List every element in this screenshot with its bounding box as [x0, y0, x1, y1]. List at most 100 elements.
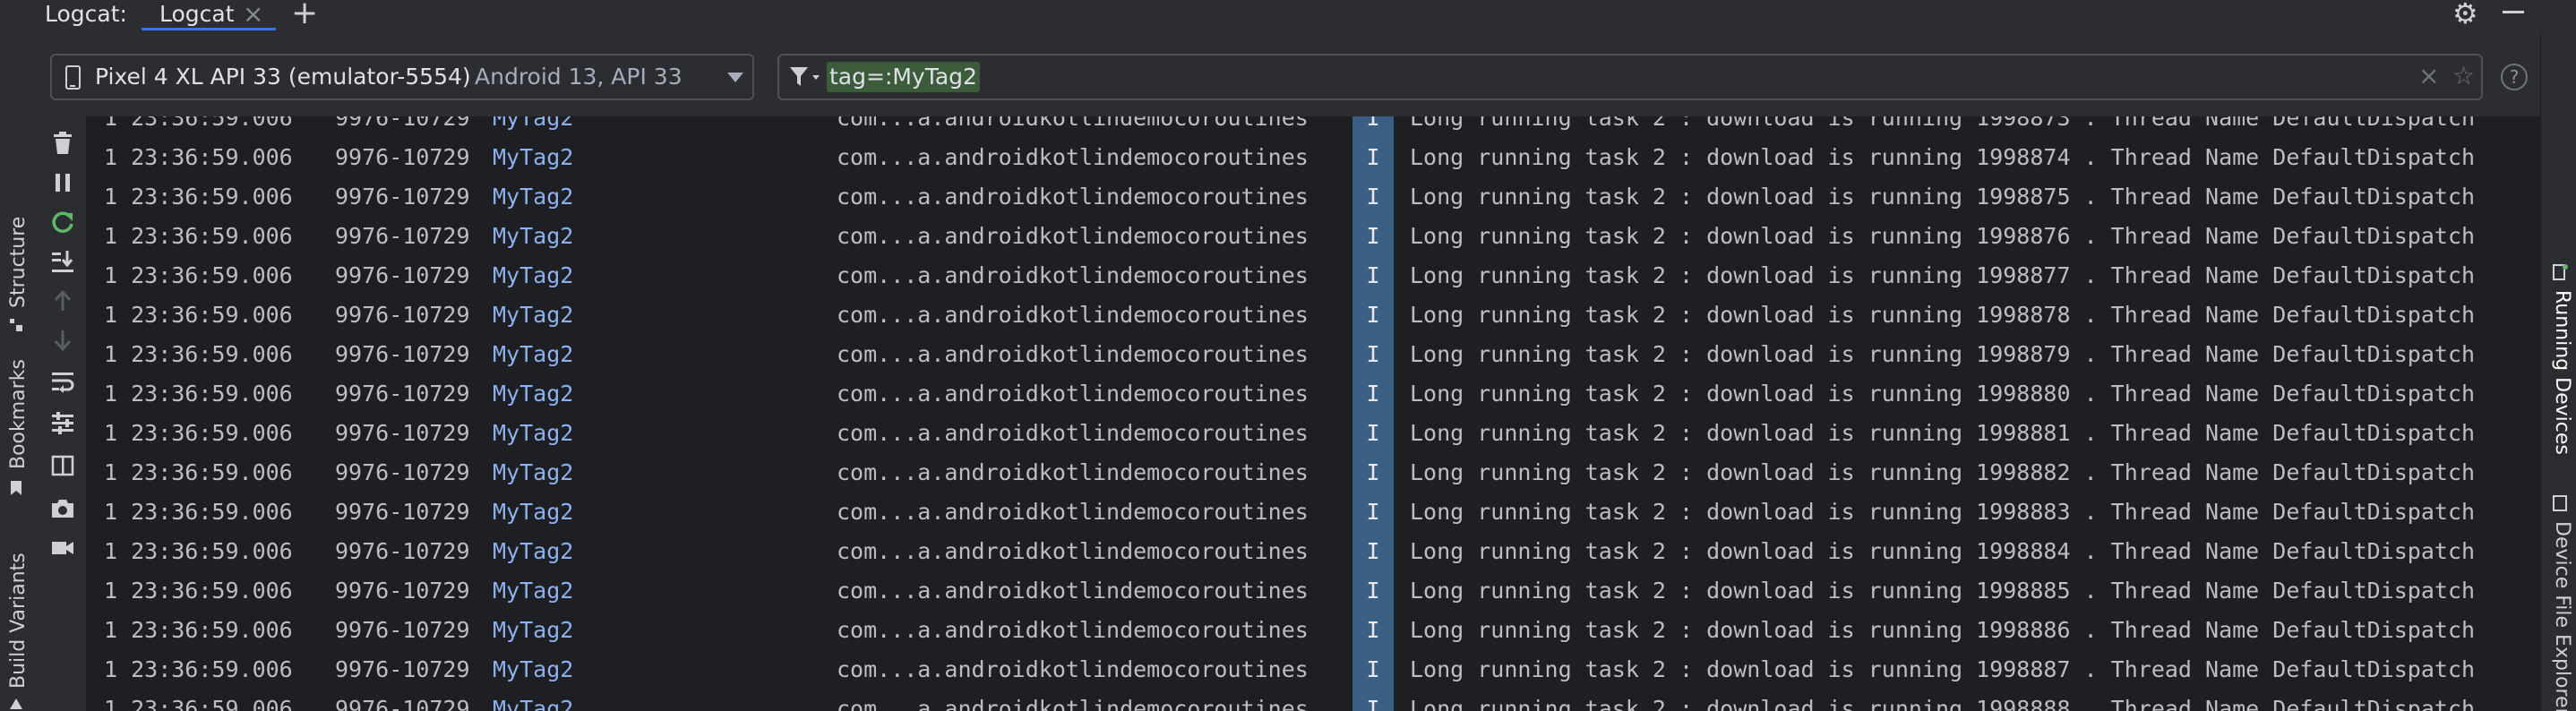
log-pid: 9976-10729	[335, 116, 470, 131]
log-pid: 9976-10729	[335, 223, 470, 249]
tool-window-header: Logcat: Logcat × + ⚙	[0, 0, 2576, 30]
log-row: 1 23:36:59.006 9976-10729 MyTag2 com...a.an…	[86, 414, 2540, 453]
arrow-up-icon	[54, 289, 72, 311]
log-message: Long running task 2 : download is runnin…	[1410, 262, 2476, 288]
log-row: 1 23:36:59.006 9976-10729 MyTag2 com...a.an…	[86, 296, 2540, 335]
log-package: com...a.androidkotlindemocoroutines	[837, 302, 1309, 328]
screen-record-button[interactable]	[45, 530, 81, 566]
running-devices-label: Running Devices	[2551, 290, 2573, 455]
log-row: 1 23:36:59.006 9976-10729 MyTag2 com...a.an…	[86, 138, 2540, 177]
screenshot-button[interactable]	[45, 491, 81, 527]
log-timestamp: 1 23:36:59.006	[104, 144, 293, 170]
clear-icon[interactable]: ×	[2418, 56, 2439, 97]
help-icon[interactable]: ?	[2501, 64, 2528, 90]
tab-logcat[interactable]: Logcat ×	[142, 0, 276, 30]
log-package: com...a.androidkotlindemocoroutines	[837, 262, 1309, 288]
log-pid: 9976-10729	[335, 499, 470, 525]
log-timestamp: 1 23:36:59.006	[104, 184, 293, 210]
device-name: Pixel 4 XL API 33 (emulator-5554)	[95, 64, 471, 90]
filter-query[interactable]: tag=:MyTag2	[827, 62, 980, 92]
log-message: Long running task 2 : download is runnin…	[1410, 184, 2476, 210]
log-level: I	[1352, 116, 1394, 138]
log-row: 1 23:36:59.006 9976-10729 MyTag2 com...a.an…	[86, 611, 2540, 650]
log-pid: 9976-10729	[335, 381, 470, 407]
clear-logcat-button[interactable]	[45, 125, 81, 161]
next-occurrence-button[interactable]	[45, 322, 81, 358]
log-package: com...a.androidkotlindemocoroutines	[837, 184, 1309, 210]
log-pid: 9976-10729	[335, 656, 470, 682]
log-level: I	[1352, 414, 1394, 453]
bookmark-icon	[11, 481, 21, 495]
log-message: Long running task 2 : download is runnin…	[1410, 116, 2476, 131]
log-timestamp: 1 23:36:59.006	[104, 499, 293, 525]
log-tag: MyTag2	[493, 459, 574, 485]
log-message: Long running task 2 : download is runnin…	[1410, 617, 2476, 643]
log-pid: 9976-10729	[335, 262, 470, 288]
log-package: com...a.androidkotlindemocoroutines	[837, 499, 1309, 525]
restart-icon	[52, 211, 73, 233]
log-row: 1 23:36:59.006 9976-10729 MyTag2 com...a.an…	[86, 374, 2540, 414]
build-variants-icon	[10, 698, 22, 709]
log-lines: 1 23:36:59.006 9976-10729 MyTag2 com...a.an…	[86, 116, 2540, 711]
log-level: I	[1352, 611, 1394, 650]
log-tag: MyTag2	[493, 184, 574, 210]
camera-icon	[52, 500, 73, 518]
previous-occurrence-button[interactable]	[45, 283, 81, 319]
log-row: 1 23:36:59.006 9976-10729 MyTag2 com...a.an…	[86, 650, 2540, 690]
filter-input[interactable]: tag=:MyTag2 × ☆	[777, 54, 2483, 100]
log-tag: MyTag2	[493, 144, 574, 170]
log-level: I	[1352, 571, 1394, 611]
filter-icon[interactable]	[788, 64, 824, 90]
log-timestamp: 1 23:36:59.006	[104, 341, 293, 367]
pause-button[interactable]	[45, 165, 81, 201]
log-pid: 9976-10729	[335, 420, 470, 446]
right-tool-stripe: Running Devices Device File Explorer	[2540, 30, 2576, 711]
close-icon[interactable]: ×	[243, 2, 263, 27]
log-level: I	[1352, 374, 1394, 414]
log-level: I	[1352, 177, 1394, 217]
log-timestamp: 1 23:36:59.006	[104, 223, 293, 249]
log-timestamp: 1 23:36:59.006	[104, 538, 293, 564]
log-tag: MyTag2	[493, 696, 574, 711]
log-row: 1 23:36:59.006 9976-10729 MyTag2 com...a.an…	[86, 493, 2540, 532]
log-package: com...a.androidkotlindemocoroutines	[837, 144, 1309, 170]
minimize-icon[interactable]	[2503, 11, 2524, 13]
scroll-to-end-button[interactable]	[45, 244, 81, 279]
build-variants-label: Build Variants	[7, 553, 30, 689]
log-level: I	[1352, 217, 1394, 256]
chevron-down-icon	[727, 73, 743, 82]
log-level: I	[1352, 532, 1394, 571]
gear-icon[interactable]: ⚙	[2452, 0, 2478, 28]
split-panels-button[interactable]	[45, 448, 81, 484]
favorite-icon[interactable]: ☆	[2452, 56, 2475, 97]
log-timestamp: 1 23:36:59.006	[104, 381, 293, 407]
log-package: com...a.androidkotlindemocoroutines	[837, 420, 1309, 446]
log-message: Long running task 2 : download is runnin…	[1410, 459, 2476, 485]
add-tab-button[interactable]: +	[291, 0, 318, 30]
log-tag: MyTag2	[493, 538, 574, 564]
log-row: 1 23:36:59.006 9976-10729 MyTag2 com...a.an…	[86, 690, 2540, 711]
restart-button[interactable]	[45, 204, 81, 240]
running-devices-icon	[2553, 264, 2568, 280]
log-message: Long running task 2 : download is runnin…	[1410, 302, 2476, 328]
log-timestamp: 1 23:36:59.006	[104, 656, 293, 682]
log-message: Long running task 2 : download is runnin…	[1410, 223, 2476, 249]
logcat-output[interactable]: 1 23:36:59.006 9976-10729 MyTag2 com...a.an…	[86, 116, 2540, 711]
left-tool-stripe: Structure Bookmarks Build Variants	[0, 30, 39, 711]
settings-sliders-icon	[52, 412, 73, 434]
tab-label: Logcat	[159, 1, 235, 27]
log-message: Long running task 2 : download is runnin…	[1410, 499, 2476, 525]
log-package: com...a.androidkotlindemocoroutines	[837, 341, 1309, 367]
log-level: I	[1352, 335, 1394, 374]
bookmarks-label: Bookmarks	[7, 359, 30, 469]
log-message: Long running task 2 : download is runnin…	[1410, 538, 2476, 564]
log-level: I	[1352, 138, 1394, 177]
format-settings-button[interactable]	[45, 405, 81, 441]
soft-wrap-button[interactable]	[45, 364, 81, 399]
log-tag: MyTag2	[493, 578, 574, 604]
device-selector[interactable]: Pixel 4 XL API 33 (emulator-5554) Androi…	[50, 54, 754, 100]
log-package: com...a.androidkotlindemocoroutines	[837, 116, 1309, 131]
video-camera-icon	[52, 542, 73, 554]
log-tag: MyTag2	[493, 656, 574, 682]
log-level: I	[1352, 493, 1394, 532]
